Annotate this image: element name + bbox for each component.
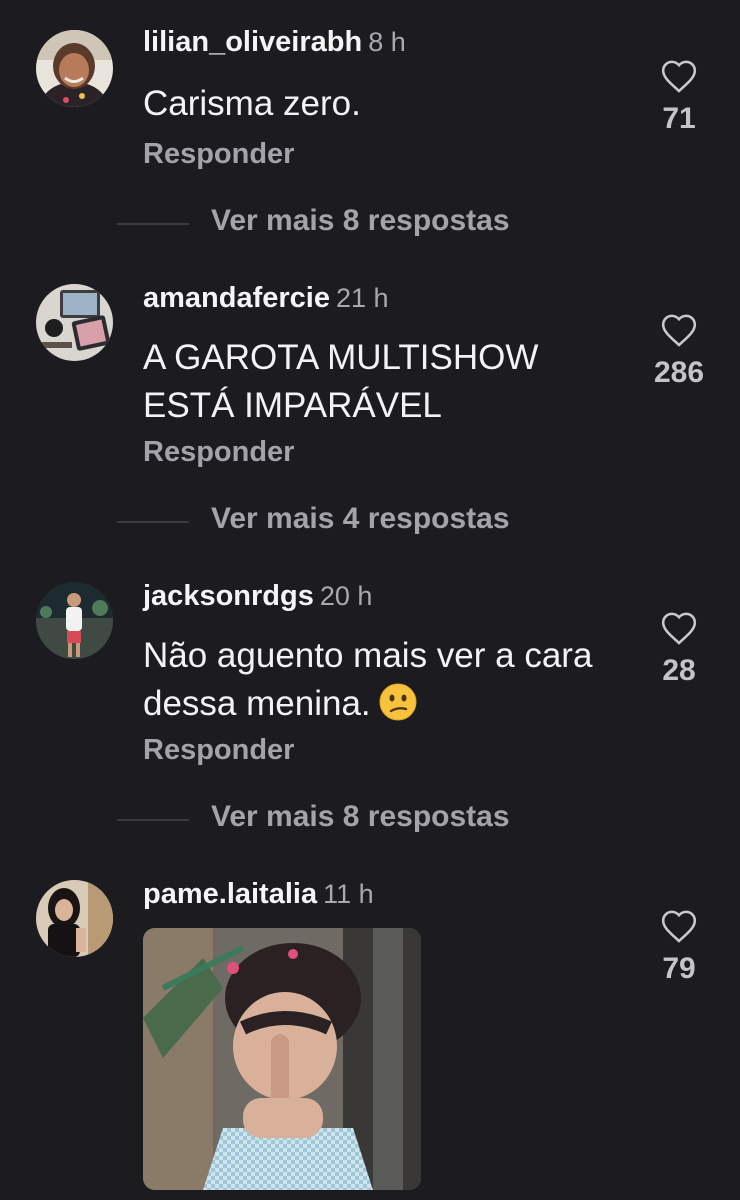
divider xyxy=(117,223,189,225)
timestamp: 8 h xyxy=(368,27,406,57)
username[interactable]: jacksonrdgs xyxy=(143,580,314,612)
reply-button[interactable]: Responder xyxy=(143,138,294,171)
heart-icon xyxy=(661,612,697,645)
comment-text: Não aguento mais ver a cara dessa menina… xyxy=(143,632,613,728)
comment-header: jacksonrdgs 20 h xyxy=(143,580,372,613)
comment-header: lilian_oliveirabh 8 h xyxy=(143,26,406,59)
timestamp: 20 h xyxy=(319,581,373,611)
comment-text: Carisma zero. xyxy=(143,84,361,123)
avatar[interactable] xyxy=(36,582,113,659)
like-count: 28 xyxy=(662,654,696,687)
avatar[interactable] xyxy=(36,284,113,361)
comment-header: pame.laitalia 11 h xyxy=(143,878,374,911)
confused-face-emoji xyxy=(379,683,417,721)
username[interactable]: lilian_oliveirabh xyxy=(143,26,362,58)
divider xyxy=(117,521,189,523)
gif-image[interactable] xyxy=(143,928,421,1190)
like-count: 71 xyxy=(662,102,696,135)
divider xyxy=(117,819,189,821)
view-more-replies-label: Ver mais 4 respostas xyxy=(211,502,510,535)
like-button[interactable]: 71 xyxy=(640,58,718,136)
comment-header: amandafercie 21 h xyxy=(143,282,389,315)
view-more-replies-label: Ver mais 8 respostas xyxy=(211,800,510,833)
reply-button[interactable]: Responder xyxy=(143,734,294,767)
reply-button[interactable]: Responder xyxy=(143,436,294,469)
comment-text-body: Não aguento mais ver a cara dessa menina… xyxy=(143,636,593,723)
like-button[interactable]: 286 xyxy=(640,312,718,390)
like-count: 79 xyxy=(662,952,696,985)
like-button[interactable]: 28 xyxy=(640,610,718,688)
heart-icon xyxy=(661,314,697,347)
heart-icon xyxy=(661,910,697,943)
username[interactable]: pame.laitalia xyxy=(143,878,317,910)
username[interactable]: amandafercie xyxy=(143,282,330,314)
heart-icon xyxy=(661,60,697,93)
view-more-replies-label: Ver mais 8 respostas xyxy=(211,204,510,237)
like-count: 286 xyxy=(653,356,705,389)
timestamp: 11 h xyxy=(323,879,374,909)
like-button[interactable]: 79 xyxy=(640,908,718,986)
comment-text: A GAROTA MULTISHOW ESTÁ IMPARÁVEL xyxy=(143,338,539,425)
timestamp: 21 h xyxy=(336,283,389,313)
avatar[interactable] xyxy=(36,880,113,957)
avatar[interactable] xyxy=(36,30,113,107)
